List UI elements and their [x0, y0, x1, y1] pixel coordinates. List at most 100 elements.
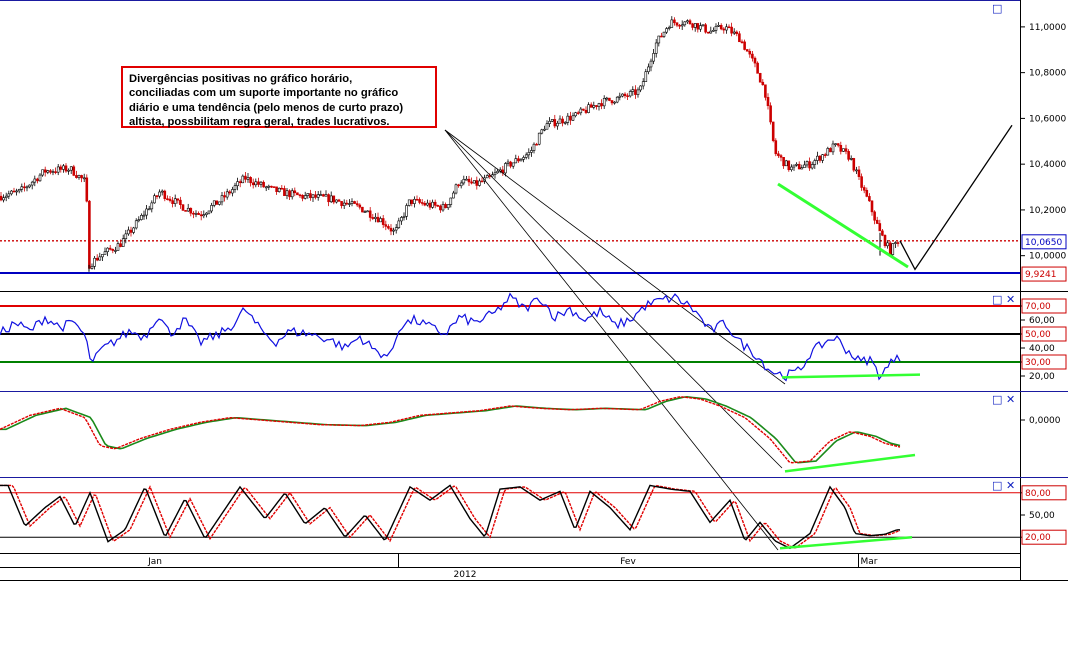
candle	[665, 27, 668, 34]
candle	[868, 193, 871, 202]
rsi-tick-label: 20,00	[1029, 372, 1055, 382]
candle	[176, 198, 180, 204]
macd-axis-ticks: 0,0000	[1020, 416, 1061, 426]
candle	[714, 23, 718, 34]
candle	[436, 204, 440, 207]
candle	[264, 185, 268, 192]
candle	[727, 24, 731, 29]
candle	[589, 102, 593, 108]
candle	[41, 169, 44, 177]
candle	[777, 150, 780, 158]
candle	[98, 252, 102, 261]
candle	[233, 182, 237, 193]
candle	[740, 39, 744, 44]
candle	[618, 92, 622, 101]
year-label: 2012	[454, 570, 477, 580]
candle	[134, 218, 138, 230]
candle	[285, 188, 289, 200]
candle	[535, 142, 538, 146]
candle	[491, 171, 494, 177]
divergence-guide-lines	[444, 129, 786, 551]
candle	[517, 155, 520, 163]
candle	[519, 158, 523, 162]
candle	[608, 97, 611, 102]
candle	[166, 195, 169, 201]
month-label: Fev	[620, 557, 636, 567]
candle	[270, 185, 273, 189]
candle	[397, 217, 401, 229]
candle	[766, 93, 770, 110]
candle	[238, 179, 242, 188]
candle	[415, 195, 419, 201]
candle	[303, 191, 307, 200]
candle	[808, 157, 811, 171]
candle	[501, 165, 505, 176]
candle	[163, 189, 167, 202]
candle	[168, 196, 172, 203]
close-icon[interactable]: ✕	[1006, 294, 1015, 305]
stochastic-d-line	[0, 484, 901, 549]
candle	[17, 188, 21, 194]
candle	[574, 111, 577, 118]
candle	[527, 148, 531, 160]
candle	[296, 192, 299, 196]
candle	[179, 196, 182, 209]
restore-icon[interactable]: □	[992, 480, 1002, 491]
candle	[894, 241, 897, 248]
restore-icon[interactable]: □	[992, 3, 1002, 14]
macd-signal-line	[0, 395, 901, 464]
candle	[654, 39, 658, 58]
candle	[142, 210, 146, 220]
candle	[160, 189, 164, 196]
candle	[171, 197, 174, 208]
candle	[769, 102, 772, 125]
candle	[319, 190, 323, 196]
annotation-line: conciliadas com um suporte importante no…	[129, 87, 399, 100]
candle	[842, 148, 845, 152]
rsi-level-label: 30,00	[1021, 354, 1067, 370]
candle	[485, 174, 489, 179]
last-price-label: 10,0650	[1021, 234, 1067, 250]
candle	[155, 194, 159, 200]
candle	[23, 182, 26, 192]
candle	[249, 176, 252, 187]
candle	[758, 72, 762, 83]
candle	[257, 177, 260, 188]
restore-icon[interactable]: □	[992, 294, 1002, 305]
candle	[69, 166, 73, 174]
annotation-line: altista, possbilitam regra geral, trades…	[129, 116, 390, 129]
candle	[470, 177, 473, 185]
restore-icon[interactable]: □	[992, 394, 1002, 405]
candle	[475, 176, 479, 190]
candle	[207, 210, 211, 215]
close-icon[interactable]: ✕	[1006, 480, 1015, 491]
candle	[719, 23, 723, 31]
candle	[241, 174, 245, 184]
candle	[387, 224, 390, 230]
candle	[683, 21, 687, 27]
candle	[667, 25, 671, 31]
candle	[332, 195, 336, 205]
candle	[826, 146, 830, 156]
candle	[662, 31, 666, 38]
candle	[355, 200, 359, 207]
stochastic-level-label: 20,00	[1021, 529, 1067, 545]
candle	[298, 193, 302, 198]
close-icon[interactable]: ✕	[1006, 394, 1015, 405]
candle	[454, 183, 458, 195]
rsi-level-label: 50,00	[1021, 326, 1067, 342]
candle	[140, 213, 143, 221]
candle	[626, 93, 629, 100]
candle	[753, 56, 757, 68]
candle	[540, 128, 544, 135]
candle	[363, 210, 367, 213]
candle	[634, 85, 637, 99]
candle	[818, 154, 822, 163]
stochastic-levels	[0, 492, 1020, 538]
candle	[231, 186, 234, 197]
candle	[77, 174, 81, 180]
candle	[132, 226, 135, 235]
candle	[852, 157, 856, 173]
stochastic-axis-ticks: 80,00 50,00 20,00	[1020, 485, 1067, 545]
candle	[613, 101, 616, 105]
